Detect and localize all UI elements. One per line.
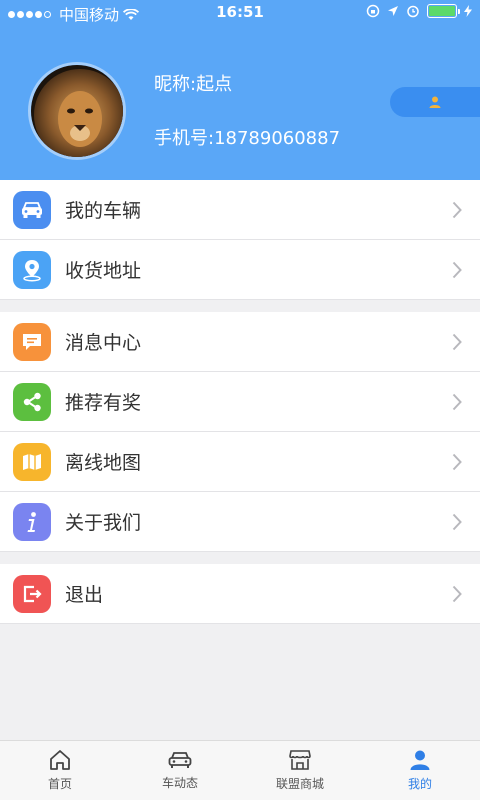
chevron-right-icon (452, 201, 462, 219)
menu-item-label: 收货地址 (65, 260, 142, 282)
bottom-tab-bar: 首页 车动态 联盟商城 我的 (0, 740, 480, 800)
chevron-right-icon (452, 333, 462, 351)
phone-label: 手机号:18789060887 (154, 128, 341, 149)
home-icon (50, 750, 70, 770)
avatar[interactable] (28, 62, 126, 160)
menu-item-message-center[interactable]: 消息中心 (0, 312, 480, 372)
share-icon (13, 382, 51, 421)
tab-label: 我的 (407, 777, 432, 791)
menu-item-referral-rewards[interactable]: 推荐有奖 (0, 372, 480, 432)
menu-item-my-vehicles[interactable]: 我的车辆 (0, 180, 480, 240)
menu-item-label: 关于我们 (65, 512, 142, 534)
store-icon (289, 750, 311, 770)
rotation-lock-icon (366, 4, 380, 18)
battery-icon (427, 4, 460, 18)
car-icon (168, 752, 192, 768)
car-icon (13, 190, 51, 229)
menu-item-label: 消息中心 (65, 332, 142, 354)
menu-group-vehicle: 我的车辆 收货地址 (0, 180, 480, 300)
profile-header: 中国移动 16:51 昵称:起点 手机号:18789060887 (0, 0, 480, 180)
menu-group-services: 消息中心 推荐有奖 离线地图 关于我们 (0, 312, 480, 552)
chevron-right-icon (452, 261, 462, 279)
charging-icon (464, 5, 472, 17)
message-icon (13, 322, 51, 361)
chevron-right-icon (452, 393, 462, 411)
map-icon (13, 442, 51, 481)
menu-item-label: 离线地图 (65, 452, 142, 474)
member-badge-button[interactable] (390, 87, 480, 117)
menu-item-about-us[interactable]: 关于我们 (0, 492, 480, 552)
alarm-icon (407, 5, 419, 18)
menu-item-label: 我的车辆 (65, 200, 142, 222)
menu-item-label: 退出 (65, 584, 104, 606)
location-pin-icon (13, 250, 51, 289)
info-icon (13, 502, 51, 541)
logout-icon (13, 574, 51, 613)
tab-label: 联盟商城 (275, 777, 324, 791)
menu-item-offline-map[interactable]: 离线地图 (0, 432, 480, 492)
tab-label: 首页 (47, 777, 72, 791)
chevron-right-icon (452, 453, 462, 471)
chevron-right-icon (452, 513, 462, 531)
menu-item-logout[interactable]: 退出 (0, 564, 480, 624)
lion-avatar-image (31, 65, 123, 157)
tab-alliance-mall[interactable]: 联盟商城 (240, 741, 360, 800)
menu-item-shipping-address[interactable]: 收货地址 (0, 240, 480, 300)
location-arrow-icon (388, 6, 398, 16)
user-badge-icon (429, 96, 441, 108)
tab-mine[interactable]: 我的 (360, 741, 480, 800)
tab-label: 车动态 (161, 776, 198, 790)
tab-home[interactable]: 首页 (0, 741, 120, 800)
chevron-right-icon (452, 585, 462, 603)
menu-item-label: 推荐有奖 (65, 392, 142, 414)
nickname-label: 昵称:起点 (154, 74, 233, 95)
status-bar: 中国移动 16:51 (0, 0, 480, 26)
tab-car-dynamics[interactable]: 车动态 (120, 741, 240, 800)
menu-group-logout: 退出 (0, 564, 480, 624)
user-icon (410, 750, 430, 770)
